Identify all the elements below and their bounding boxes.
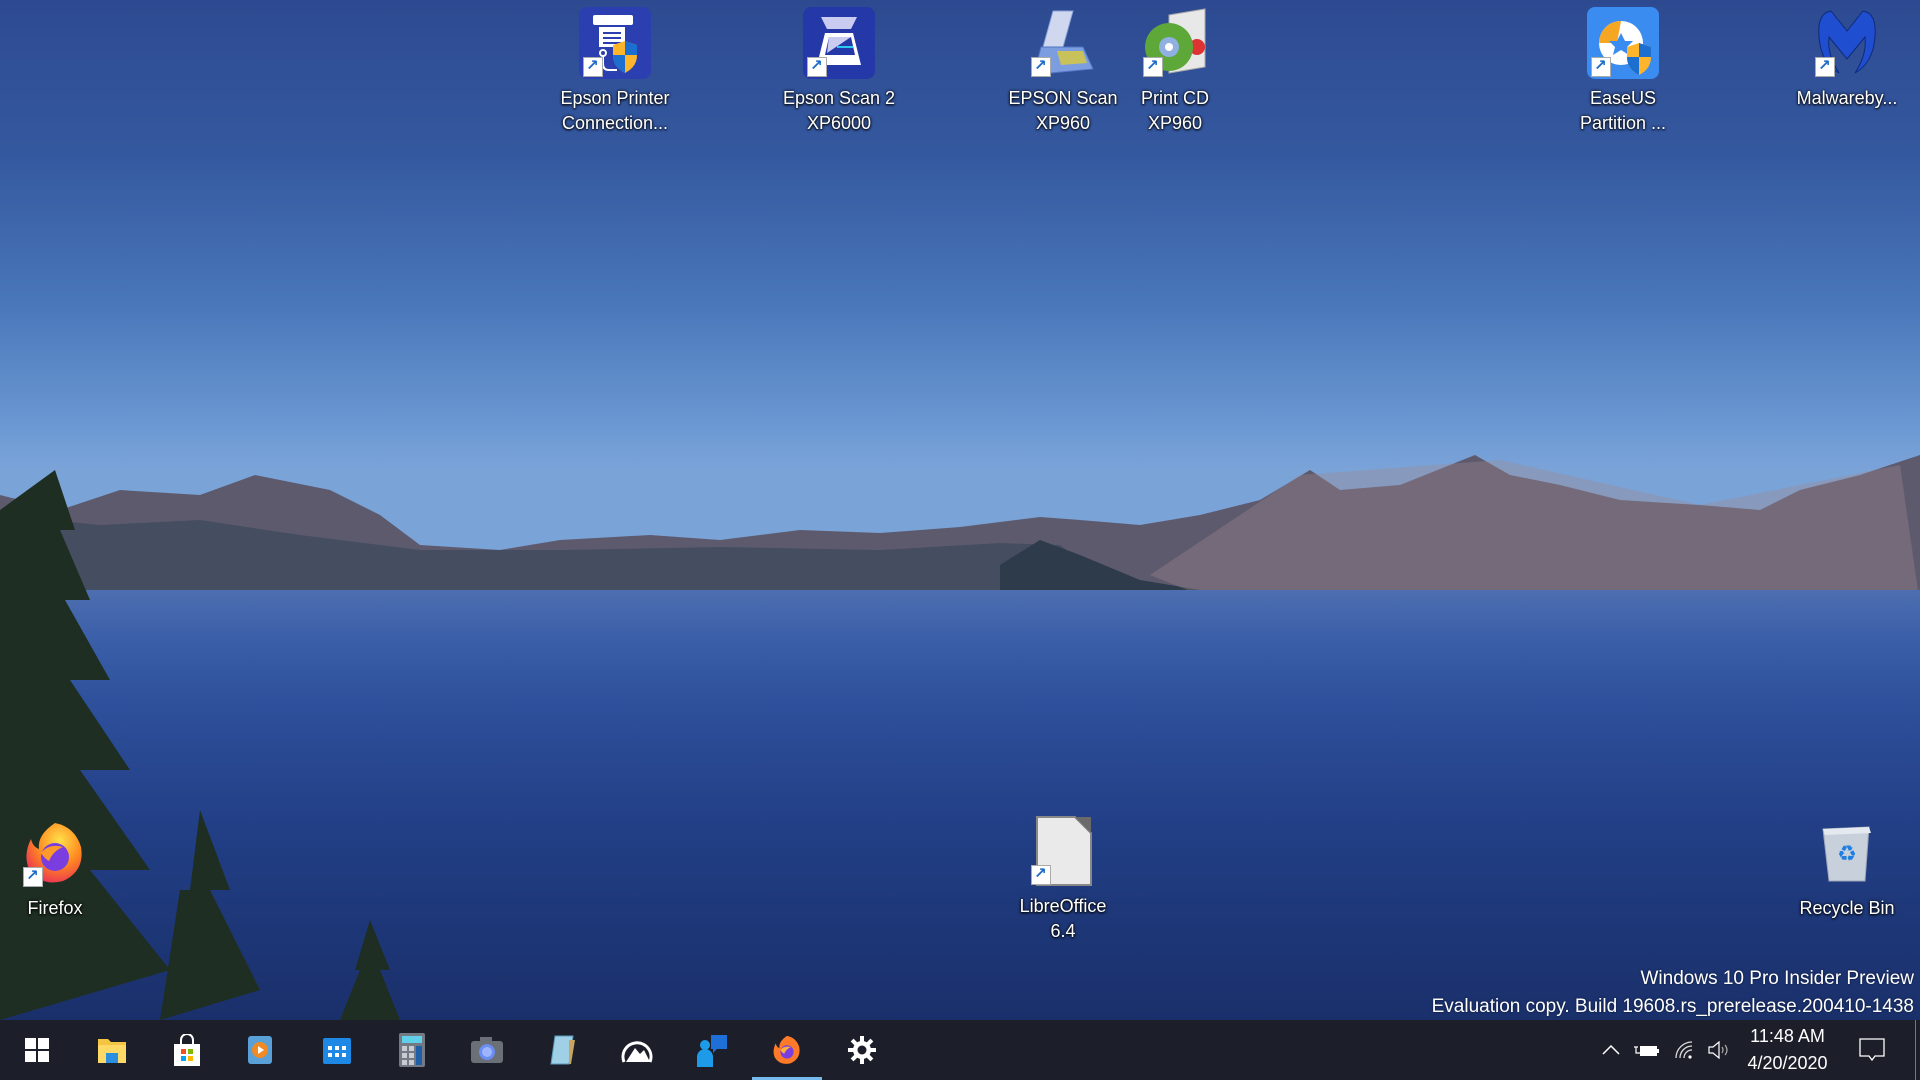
store-bag-icon — [174, 1034, 200, 1066]
shortcut-arrow-icon — [807, 56, 827, 77]
calendar-icon — [323, 1038, 351, 1064]
malwarebytes-icon — [1811, 7, 1883, 79]
icon-label: Epson Scan 2 — [782, 88, 896, 108]
shortcut-arrow-icon — [1143, 56, 1163, 77]
shortcut-arrow-icon — [1815, 56, 1835, 77]
taskbar-calendar[interactable] — [300, 1020, 374, 1080]
camera-icon — [471, 1037, 503, 1063]
wallpaper-trees — [0, 470, 400, 1020]
clock-date: 4/20/2020 — [1747, 1053, 1828, 1073]
libreoffice-icon — [1027, 815, 1099, 887]
action-center-button[interactable] — [1850, 1020, 1894, 1080]
action-center-icon — [1859, 1038, 1885, 1062]
icon-label: XP960 — [1035, 113, 1091, 133]
wifi-icon — [1675, 1041, 1693, 1059]
firefox-icon — [773, 1035, 800, 1064]
shortcut-arrow-icon — [23, 866, 43, 887]
taskbar-firefox[interactable] — [750, 1020, 824, 1080]
feedback-icon — [697, 1035, 727, 1067]
taskbar: 11:48 AM 4/20/2020 — [0, 1020, 1920, 1080]
firefox-icon — [19, 817, 91, 889]
desktop-icon-print-cd-xp960[interactable]: Print CD XP960 — [1115, 7, 1235, 136]
epson-printer-connection-icon — [579, 7, 651, 79]
easeus-partition-icon — [1587, 7, 1659, 79]
taskbar-camera[interactable] — [450, 1020, 524, 1080]
taskbar-settings[interactable] — [825, 1020, 899, 1080]
desktop-icon-epson-scan-xp960[interactable]: EPSON Scan XP960 — [1003, 7, 1123, 136]
icon-label: LibreOffice — [1019, 896, 1107, 916]
shortcut-arrow-icon — [1031, 56, 1051, 77]
icon-label: Connection... — [561, 113, 669, 133]
epson-scan-xp960-icon — [1027, 7, 1099, 79]
taskbar-calculator[interactable] — [375, 1020, 449, 1080]
watermark-edition: Windows 10 Pro Insider Preview — [1640, 968, 1915, 989]
battery-button[interactable] — [1630, 1020, 1664, 1080]
calculator-icon — [399, 1033, 425, 1067]
photos-icon — [621, 1041, 653, 1063]
icon-label: EPSON Scan — [1008, 88, 1118, 108]
desktop-icon-easeus-partition[interactable]: EaseUS Partition ... — [1563, 7, 1683, 136]
icon-label: Epson Printer — [560, 88, 670, 108]
watermark-build: Evaluation copy. Build 19608.rs_prerelea… — [1431, 996, 1914, 1017]
clock-time: 11:48 AM — [1750, 1026, 1825, 1046]
chevron-up-icon — [1602, 1045, 1620, 1055]
icon-label: XP6000 — [806, 113, 872, 133]
network-button[interactable] — [1668, 1020, 1702, 1080]
epson-scan-2-icon — [803, 7, 875, 79]
desktop[interactable]: Epson Printer Connection... Epson Scan 2 X… — [0, 0, 1920, 1020]
desktop-icon-recycle-bin[interactable]: ♻ Recycle Bin — [1787, 817, 1907, 921]
media-play-icon — [248, 1036, 272, 1064]
desktop-icon-epson-printer-connection[interactable]: Epson Printer Connection... — [555, 7, 675, 136]
shortcut-arrow-icon — [1591, 56, 1611, 77]
taskbar-media-player[interactable] — [223, 1020, 297, 1080]
taskbar-microsoft-store[interactable] — [150, 1020, 224, 1080]
icon-label: Partition ... — [1579, 113, 1667, 133]
start-button[interactable] — [0, 1020, 74, 1080]
taskbar-file-explorer[interactable] — [75, 1020, 149, 1080]
folder-icon — [98, 1039, 126, 1063]
svg-text:♻: ♻ — [1837, 841, 1857, 866]
icon-label: Malwareby... — [1796, 88, 1898, 108]
desktop-icon-firefox[interactable]: Firefox — [0, 817, 115, 921]
desktop-icon-malwarebytes[interactable]: Malwareby... — [1787, 7, 1907, 111]
icon-label: EaseUS — [1589, 88, 1657, 108]
show-desktop-button[interactable] — [1915, 1020, 1920, 1080]
desktop-icon-libreoffice[interactable]: LibreOffice 6.4 — [1003, 815, 1123, 944]
icon-label: Print CD — [1140, 88, 1209, 108]
icon-label: XP960 — [1147, 113, 1203, 133]
taskbar-photos[interactable] — [600, 1020, 674, 1080]
windows-watermark: Windows 10 Pro Insider Preview Evaluatio… — [1432, 965, 1914, 1020]
taskbar-feedback-hub[interactable] — [675, 1020, 749, 1080]
windows-logo-icon — [25, 1038, 49, 1062]
clock[interactable]: 11:48 AM 4/20/2020 — [1735, 1020, 1840, 1080]
print-cd-icon — [1139, 7, 1211, 79]
gear-icon — [848, 1036, 876, 1064]
volume-icon — [1708, 1041, 1728, 1059]
icon-label: 6.4 — [1050, 921, 1076, 941]
shortcut-arrow-icon — [1031, 864, 1051, 885]
show-hidden-icons-button[interactable] — [1595, 1020, 1627, 1080]
notepad-icon — [550, 1035, 575, 1065]
shortcut-arrow-icon — [583, 56, 603, 77]
taskbar-notepad[interactable] — [525, 1020, 599, 1080]
desktop-icon-epson-scan-2[interactable]: Epson Scan 2 XP6000 — [779, 7, 899, 136]
icon-label: Recycle Bin — [1799, 898, 1895, 918]
battery-charging-icon — [1634, 1046, 1659, 1056]
icon-label: Firefox — [27, 898, 83, 918]
recycle-bin-icon: ♻ — [1811, 817, 1883, 889]
volume-button[interactable] — [1704, 1020, 1734, 1080]
